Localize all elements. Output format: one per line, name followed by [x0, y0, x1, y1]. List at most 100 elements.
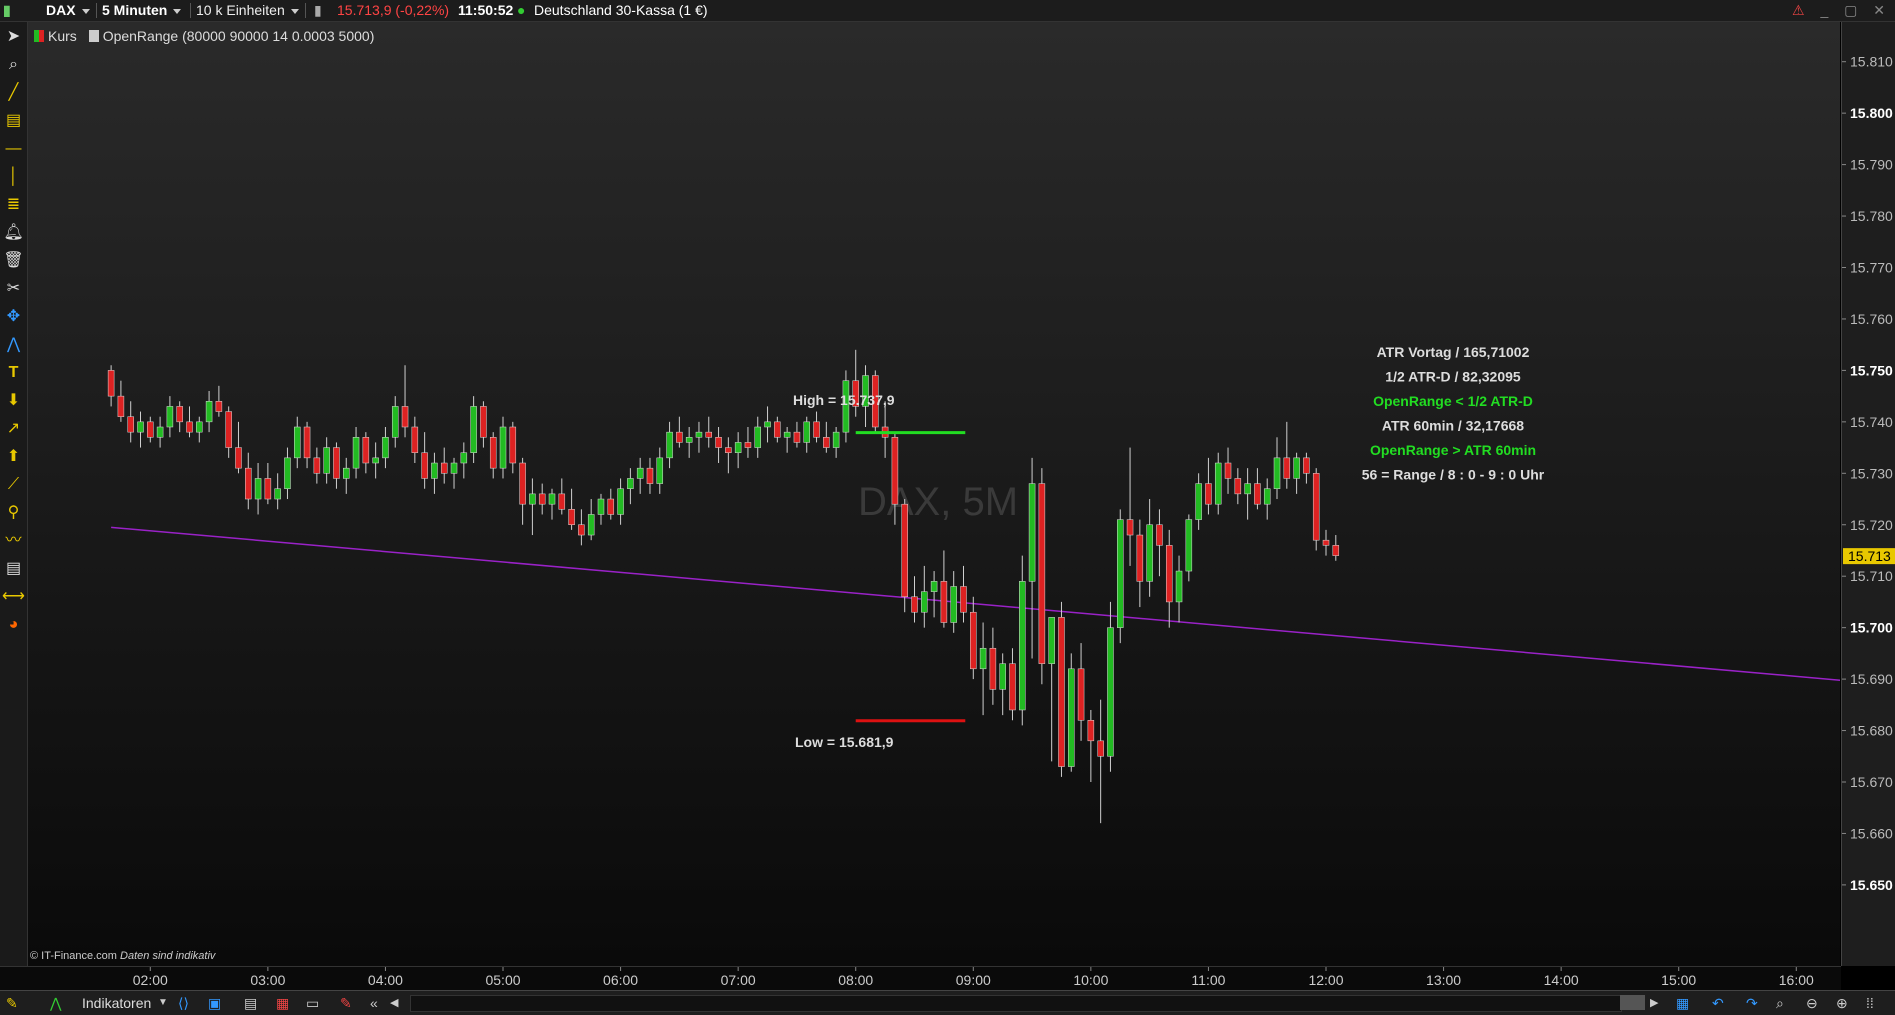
redo-icon[interactable]: ↷: [1746, 991, 1758, 1015]
candle-body: [538, 493, 546, 505]
candle: [264, 463, 272, 505]
pattern-icon[interactable]: ⋀: [0, 332, 27, 358]
candle-body: [1205, 483, 1212, 505]
indicator-legend-label[interactable]: OpenRange (80000 90000 14 0.0003 5000): [103, 28, 375, 44]
x-tick-label: 03:00: [250, 972, 285, 988]
candle-body: [656, 457, 664, 484]
indicator-color-swatch[interactable]: [88, 30, 99, 42]
candle: [1028, 457, 1036, 659]
candle: [1254, 468, 1261, 510]
chart-area[interactable]: DAX, 5M High = 15.737,9 Low = 15.681,9 A…: [28, 22, 1840, 966]
app-icon[interactable]: ▮: [3, 0, 11, 21]
undo-icon[interactable]: ↶: [1712, 991, 1724, 1015]
info-panel-line: OpenRange > ATR 60min: [1370, 442, 1536, 458]
candle-body: [695, 431, 703, 438]
units-dropdown[interactable]: 10 k Einheiten: [196, 0, 299, 21]
candle-body: [1263, 488, 1271, 505]
indicators-button[interactable]: Indikatoren: [82, 991, 151, 1015]
candle-body: [1117, 519, 1124, 628]
candle: [137, 411, 144, 448]
scroll-right-icon[interactable]: ▶: [1650, 991, 1658, 1015]
candle-body: [480, 406, 487, 438]
window-controls[interactable]: ⚠ _ ▢ ✕: [1792, 0, 1891, 21]
high-annotation: High = 15.737,9: [793, 392, 895, 408]
scrollbar-thumb[interactable]: [1620, 995, 1645, 1010]
text-tool-icon[interactable]: T: [0, 360, 27, 386]
candle-body: [303, 426, 311, 459]
alarm-bell-icon[interactable]: 🔔︎: [0, 220, 27, 246]
candlestick-chart[interactable]: DAX, 5M High = 15.737,9 Low = 15.681,9 A…: [28, 22, 1840, 966]
candle: [1126, 447, 1134, 566]
vertical-line-icon[interactable]: │: [0, 164, 27, 190]
zoom-in-icon[interactable]: ⊕: [1836, 991, 1848, 1015]
color-palette-icon[interactable]: ◕: [0, 612, 27, 638]
folder-icon[interactable]: ▣: [208, 991, 221, 1015]
trash-icon[interactable]: 🗑︎: [0, 248, 27, 274]
grid-icon[interactable]: ▦: [276, 991, 289, 1015]
candle: [617, 478, 624, 525]
cursor-icon[interactable]: ➤: [0, 24, 27, 50]
price-legend-label[interactable]: Kurs: [48, 28, 77, 44]
candle: [519, 457, 526, 525]
candle: [1322, 529, 1330, 556]
connector-icon[interactable]: ⟷: [0, 584, 27, 610]
polyline-icon[interactable]: ⟋: [0, 472, 27, 498]
horizontal-scrollbar[interactable]: [410, 995, 1622, 1012]
candle: [901, 499, 908, 613]
chart-edit-icon[interactable]: ✎: [340, 991, 352, 1015]
candle: [509, 421, 517, 474]
candle: [705, 416, 713, 448]
fibonacci-icon[interactable]: ≣: [0, 192, 27, 218]
candle: [196, 416, 203, 443]
candle: [1038, 468, 1046, 685]
arrow-down-icon[interactable]: ⬇: [0, 388, 27, 414]
tools-icon[interactable]: ✂: [0, 276, 27, 302]
share-icon[interactable]: ⟨⟩: [178, 991, 189, 1015]
candle: [1068, 653, 1075, 772]
time-axis[interactable]: 02:00 03:00 04:00 05:00 06:00 07:00 08:00 09:00…: [0, 966, 1841, 991]
price-axis[interactable]: 15.810 15.800 15.790 15.780 15.770 15.760 15.7…: [1841, 22, 1895, 966]
zigzag-icon[interactable]: 〰: [0, 528, 27, 554]
candle: [666, 421, 673, 469]
candle-body: [685, 437, 693, 443]
zoom-fit-icon[interactable]: ⌕: [1776, 991, 1784, 1015]
window-icon[interactable]: ▭: [306, 991, 319, 1015]
candle: [1214, 452, 1222, 515]
candle-body: [823, 437, 830, 448]
horizontal-line-icon[interactable]: —: [0, 136, 27, 162]
zoom-out-icon[interactable]: ⊖: [1806, 991, 1818, 1015]
candle-body: [803, 421, 810, 443]
candle: [411, 416, 419, 464]
move-icon[interactable]: ✥: [0, 304, 27, 330]
candle: [881, 401, 889, 458]
candle: [676, 416, 683, 448]
candle: [754, 416, 761, 458]
interval-dropdown[interactable]: 5 Minuten: [102, 0, 181, 21]
template-icon[interactable]: ▤: [0, 556, 27, 582]
x-tick-label: 16:00: [1779, 972, 1814, 988]
zoom-icon[interactable]: ⌕: [0, 52, 27, 78]
settings-grid-icon[interactable]: ⁞⁞: [1866, 991, 1874, 1015]
chart-type-icon[interactable]: ⋀: [50, 991, 61, 1015]
node-icon[interactable]: ⚲: [0, 500, 27, 526]
symbol-dropdown[interactable]: DAX: [46, 0, 90, 21]
trendline-tool-icon[interactable]: ╱: [0, 80, 27, 106]
candle: [1087, 709, 1095, 782]
candle: [813, 411, 820, 443]
ruler-icon[interactable]: ▤: [0, 108, 27, 134]
arrow-diagonal-icon[interactable]: ↗: [0, 416, 27, 442]
arrow-up-icon[interactable]: ⬆: [0, 444, 27, 470]
list-icon[interactable]: ▤: [244, 991, 257, 1015]
candle: [970, 596, 977, 680]
price-color-swatch[interactable]: [34, 30, 44, 42]
candle: [1019, 555, 1026, 726]
draw-icon[interactable]: ✎: [6, 991, 18, 1015]
candle-body: [215, 401, 223, 412]
scroll-left-icon[interactable]: ◀: [390, 991, 398, 1015]
candle: [921, 565, 928, 628]
info-icon[interactable]: ▮: [314, 0, 322, 21]
y-tick-label: 15.800: [1850, 105, 1893, 121]
scroll-start-icon[interactable]: «: [370, 991, 378, 1015]
indicators-dropdown-icon[interactable]: ▼: [158, 991, 168, 1015]
calendar-icon[interactable]: ▦: [1676, 991, 1689, 1015]
